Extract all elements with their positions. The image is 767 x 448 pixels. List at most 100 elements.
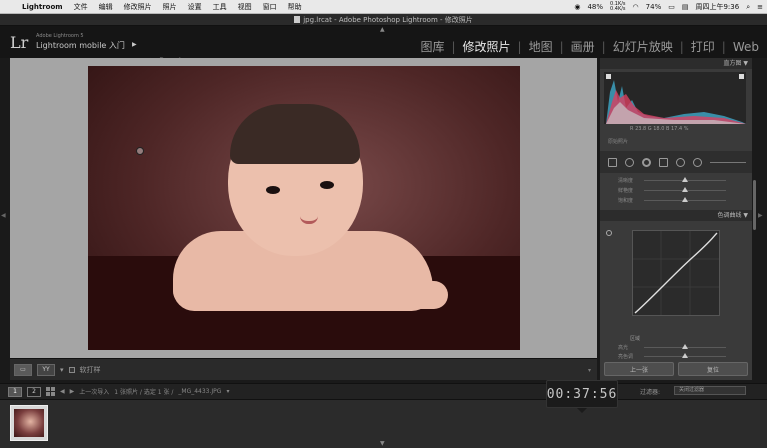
loupe-view[interactable] (10, 58, 597, 358)
clarity-slider[interactable]: 清晰度 (604, 176, 748, 185)
source-label[interactable]: 上一次导入 (79, 387, 109, 396)
net-speed: 0.1K/s 0.4K/s (610, 2, 626, 12)
clock[interactable]: 周四上午9:36 (695, 2, 739, 12)
original-photo-toggle[interactable]: 原始照片 (608, 138, 628, 145)
collapse-right-panel-icon[interactable]: ▶ (758, 212, 763, 219)
right-panel-scrollbar[interactable] (753, 180, 756, 230)
module-picker: 图库 | 修改照片 | 地图 | 画册 | 幻灯片放映 | 打印 | Web (418, 38, 761, 55)
slider-label: 清晰度 (618, 178, 634, 184)
loupe-toolbar: ▭ YY ▾ 软打样 (10, 358, 597, 380)
search-icon[interactable]: ⌕ (746, 3, 750, 12)
collapse-left-panel-icon[interactable]: ◀ (1, 212, 6, 219)
module-separator: | (517, 39, 522, 54)
menu-photo[interactable]: 照片 (163, 2, 177, 12)
crop-tool-icon[interactable] (608, 157, 617, 167)
target-adjust-icon[interactable] (606, 230, 612, 236)
menu-develop[interactable]: 修改照片 (124, 2, 152, 12)
wifi-icon[interactable]: ◠ (633, 3, 639, 11)
module-slideshow[interactable]: 幻灯片放映 (611, 38, 675, 55)
document-icon (294, 16, 301, 23)
selection-count: 1 张照片 / 选定 1 张 / (114, 389, 174, 396)
slider-knob[interactable] (682, 197, 688, 202)
lightroom-logo: Lr (10, 33, 29, 52)
module-book[interactable]: 画册 (569, 38, 597, 55)
photo-left-arm (173, 276, 233, 306)
grid-view-icon[interactable] (46, 387, 55, 396)
recording-timer: 00:37:56 (546, 380, 618, 408)
reset-button[interactable]: 复位 (678, 362, 748, 376)
histogram-header[interactable]: 直方图 ▼ (600, 58, 752, 69)
highlights-slider[interactable]: 高光 (604, 343, 748, 352)
menu-settings[interactable]: 设置 (188, 2, 202, 12)
chevron-down-icon[interactable]: ▾ (60, 366, 64, 374)
main-window-button[interactable]: 1 (8, 386, 22, 397)
tone-curve-svg (633, 231, 719, 315)
menu-file[interactable]: 文件 (74, 2, 88, 12)
spot-removal-icon[interactable] (625, 157, 634, 167)
module-web[interactable]: Web (731, 40, 761, 54)
histogram[interactable] (604, 72, 746, 124)
status-area: ◉ 48% 0.1K/s 0.4K/s ◠ 74% ▭ ▤ 周四上午9:36 ⌕… (574, 0, 763, 14)
list-icon[interactable]: ≡ (757, 3, 763, 11)
photo-right-eye (320, 181, 334, 189)
tone-curve-title: 色调曲线 (717, 212, 742, 219)
menu-tools[interactable]: 工具 (213, 2, 227, 12)
menu-edit[interactable]: 编辑 (99, 2, 113, 12)
flag-icon[interactable]: ▤ (682, 3, 689, 11)
filmstrip-thumbnail[interactable] (10, 405, 48, 441)
module-library[interactable]: 图库 (418, 38, 446, 55)
product-name: Adobe Lightroom 5 (36, 33, 84, 39)
module-separator: | (559, 39, 564, 54)
softproof-label: 软打样 (79, 365, 101, 374)
toolbar-menu-icon[interactable]: ▾ (588, 367, 591, 374)
timer-pointer (577, 408, 587, 413)
slider-knob[interactable] (682, 344, 688, 349)
slider-knob[interactable] (682, 353, 688, 358)
window-titlebar: jpg.lrcat - Adobe Photoshop Lightroom - … (0, 14, 767, 26)
record-icon[interactable]: ◉ (574, 3, 580, 11)
histogram-title: 直方图 (723, 60, 742, 67)
slider-knob[interactable] (682, 187, 688, 192)
saturation-slider[interactable]: 饱和度 (604, 196, 748, 205)
arrow-right-icon[interactable]: ▶ (70, 388, 75, 395)
charge-percent: 74% (645, 3, 662, 11)
chevron-down-icon[interactable]: ▾ (226, 388, 229, 395)
menu-lightroom[interactable]: Lightroom (22, 3, 63, 11)
collapse-bottom-panel-icon[interactable]: ▼ (380, 440, 385, 447)
menu-view[interactable]: 视图 (238, 2, 252, 12)
slider-knob[interactable] (682, 177, 688, 182)
tone-curve-graph[interactable] (632, 230, 720, 316)
module-separator: | (451, 39, 456, 54)
photo-left-eye (266, 186, 280, 194)
loupe-view-button[interactable]: ▭ (14, 363, 32, 376)
menu-help[interactable]: 帮助 (288, 2, 302, 12)
collapse-top-panel-icon[interactable]: ▲ (380, 26, 385, 33)
slider-label: 亮色调 (618, 354, 634, 360)
module-print[interactable]: 打印 (689, 38, 717, 55)
photo-hair (230, 104, 360, 164)
filter-select[interactable]: 关闭过滤器 (674, 386, 746, 395)
second-window-button[interactable]: 2 (27, 386, 41, 397)
tool-strip (600, 151, 752, 173)
previous-button[interactable]: 上一张 (604, 362, 674, 376)
adjustment-brush-icon[interactable] (693, 157, 702, 167)
triangle-right-icon[interactable]: ▶ (132, 41, 137, 48)
arrow-left-icon[interactable]: ◀ (60, 388, 65, 395)
graduated-filter-icon[interactable] (659, 157, 668, 167)
battery-icon[interactable]: ▭ (668, 3, 675, 11)
module-develop[interactable]: 修改照片 (461, 38, 513, 55)
softproof-checkbox[interactable] (68, 366, 75, 373)
radial-filter-icon[interactable] (676, 157, 685, 167)
filename-label[interactable]: _MG_4433.JPG (178, 388, 221, 395)
redeye-icon[interactable] (642, 157, 651, 167)
thumbnail-image (14, 409, 44, 437)
lights-slider[interactable]: 亮色调 (604, 352, 748, 361)
menu-window[interactable]: 窗口 (263, 2, 277, 12)
vibrance-slider[interactable]: 鲜艳度 (604, 186, 748, 195)
before-after-button[interactable]: YY (37, 363, 55, 376)
tone-curve-header[interactable]: 色调曲线 ▼ (600, 210, 752, 221)
battery-percent: 48% (587, 3, 604, 11)
baby-photo[interactable] (88, 66, 520, 350)
net-down: 0.4K/s (610, 6, 626, 12)
module-map[interactable]: 地图 (527, 38, 555, 55)
